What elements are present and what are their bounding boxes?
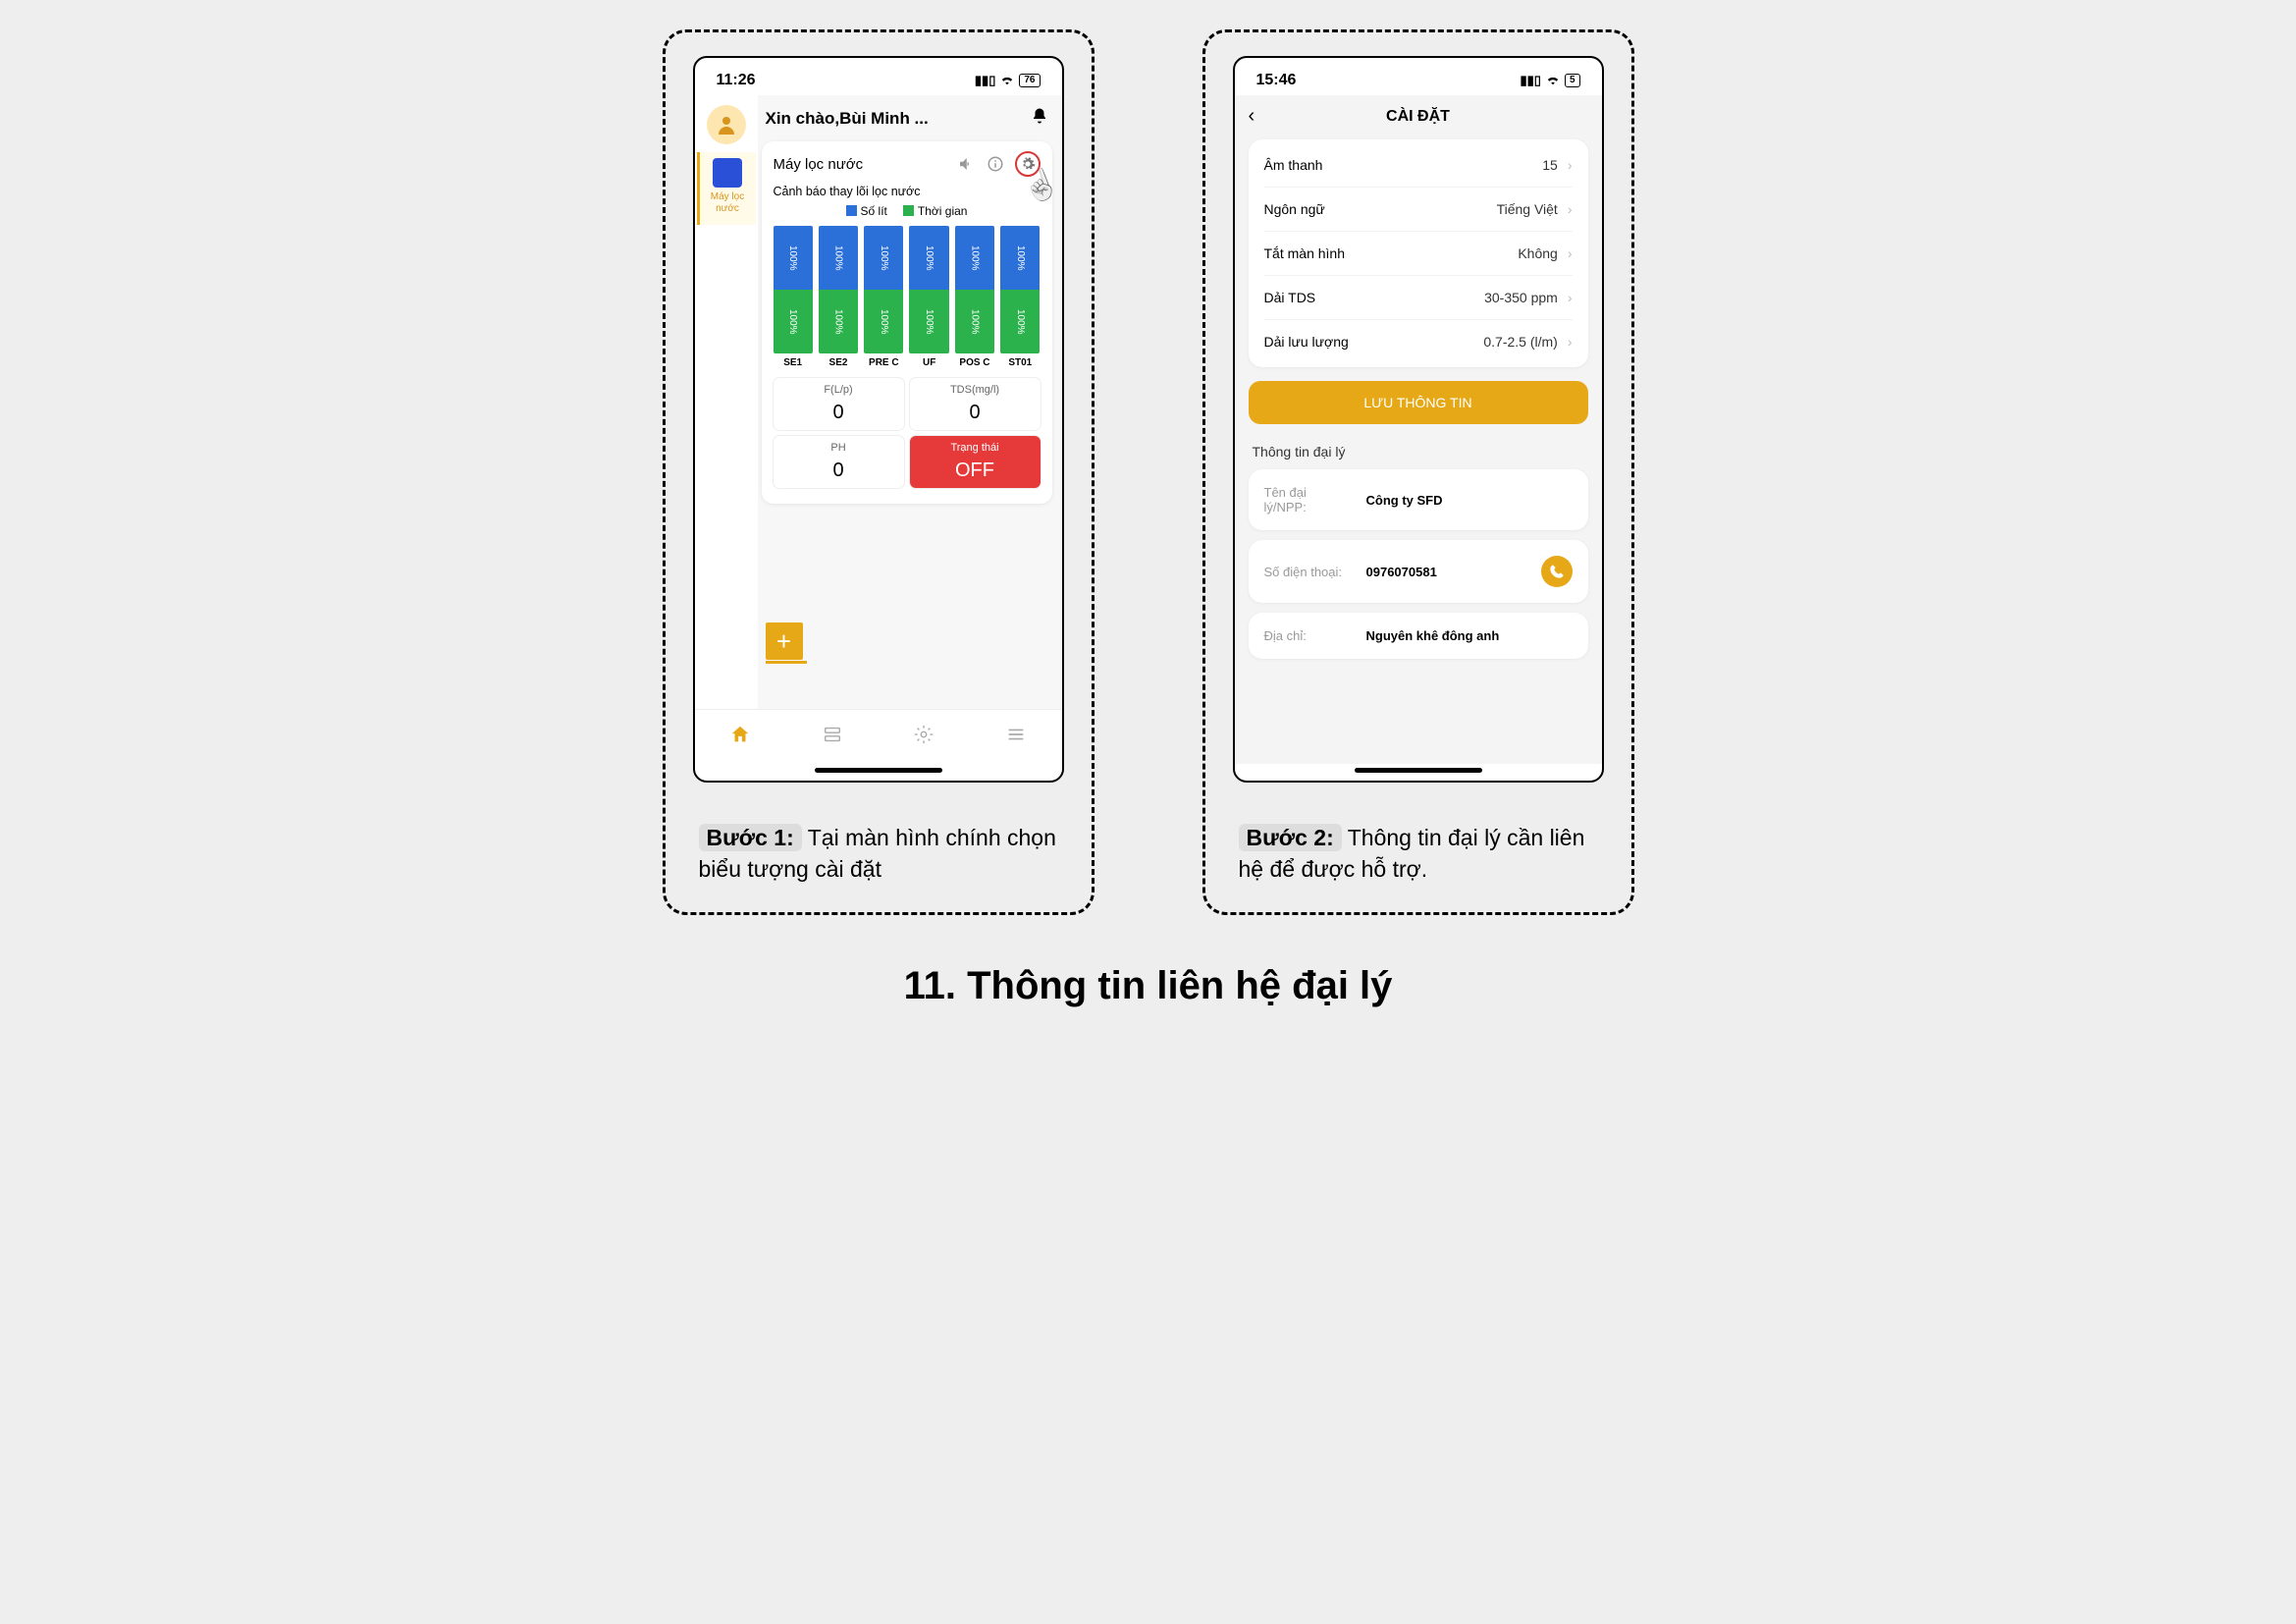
bar-value: 100% — [909, 226, 948, 290]
phone-call-icon[interactable] — [1541, 556, 1573, 587]
battery-icon: 5 — [1565, 74, 1580, 87]
wifi-icon — [1546, 74, 1560, 88]
phone-screen-1: 11:26 ▮▮▯ 76 Máy lọc nước — [693, 56, 1064, 783]
bell-icon[interactable] — [1031, 107, 1048, 130]
device-name: Máy lọc nước — [774, 156, 864, 173]
bar-value: 100% — [864, 290, 903, 353]
device-card: Máy lọc nước ☝ — [762, 141, 1052, 504]
signal-icon: ▮▮▯ — [975, 73, 995, 88]
chevron-right-icon: › — [1568, 157, 1573, 173]
step-1-caption: Bước 1: Tại màn hình chính chọn biểu tượ… — [693, 822, 1064, 885]
wifi-icon — [1000, 74, 1014, 88]
row-sound[interactable]: Âm thanh15› — [1264, 143, 1573, 188]
filter-bars: 100%100%SE1 100%100%SE2 100%100%PRE C 10… — [774, 226, 1041, 368]
bar-value: 100% — [774, 226, 813, 290]
status-bar: 11:26 ▮▮▯ 76 — [695, 68, 1062, 95]
battery-icon: 76 — [1019, 74, 1040, 87]
home-indicator — [815, 768, 942, 773]
sidebar-device-item[interactable]: Máy lọc nước — [697, 152, 756, 225]
device-icon — [713, 158, 742, 188]
nav-devices-icon[interactable] — [822, 724, 843, 751]
stat-tds: TDS(mg/l)0 — [910, 378, 1041, 430]
status-bar: 15:46 ▮▮▯ 5 — [1235, 68, 1602, 95]
settings-gear-button[interactable]: ☝ — [1015, 151, 1041, 177]
user-avatar[interactable] — [707, 105, 746, 144]
row-screen-off[interactable]: Tắt màn hìnhKhông› — [1264, 232, 1573, 276]
legend-time: Thời gian — [918, 204, 968, 218]
status-time: 15:46 — [1256, 72, 1297, 89]
chevron-right-icon: › — [1568, 245, 1573, 261]
stat-ph: PH0 — [774, 436, 904, 488]
chart-legend: Số lít Thời gian — [774, 204, 1041, 218]
row-language[interactable]: Ngôn ngữTiếng Việt› — [1264, 188, 1573, 232]
row-flow-range[interactable]: Dải lưu lượng0.7-2.5 (l/m)› — [1264, 320, 1573, 363]
bar-value: 100% — [1000, 290, 1040, 353]
speaker-icon[interactable] — [956, 154, 976, 174]
greeting-text: Xin chào,Bùi Minh ... — [766, 109, 1021, 129]
bar-value: 100% — [1000, 226, 1040, 290]
info-icon[interactable] — [986, 154, 1005, 174]
step-2-caption: Bước 2: Thông tin đại lý cần liên hệ để … — [1233, 822, 1604, 885]
bar-label: POS C — [955, 357, 994, 368]
sidebar-device-label: Máy lọc nước — [702, 191, 754, 215]
bar-label: ST01 — [1000, 357, 1040, 368]
step-2-container: 15:46 ▮▮▯ 5 ‹ CÀI ĐẶT Âm thanh15› Ngôn n… — [1202, 29, 1634, 915]
bar-label: SE2 — [819, 357, 858, 368]
legend-liters: Số lít — [861, 204, 887, 218]
bar-value: 100% — [819, 226, 858, 290]
save-button[interactable]: LƯU THÔNG TIN — [1249, 381, 1588, 424]
bottom-nav — [695, 709, 1062, 764]
filter-warning-text: Cảnh báo thay lõi lọc nước — [774, 185, 1041, 198]
stat-flow: F(L/p)0 — [774, 378, 904, 430]
device-sidebar: Máy lọc nước — [695, 95, 758, 709]
row-tds-range[interactable]: Dải TDS30-350 ppm› — [1264, 276, 1573, 320]
signal-icon: ▮▮▯ — [1520, 73, 1540, 88]
bar-value: 100% — [909, 290, 948, 353]
bar-label: SE1 — [774, 357, 813, 368]
dealer-section-title: Thông tin đại lý — [1249, 444, 1588, 469]
phone-screen-2: 15:46 ▮▮▯ 5 ‹ CÀI ĐẶT Âm thanh15› Ngôn n… — [1233, 56, 1604, 783]
nav-menu-icon[interactable] — [1005, 724, 1027, 751]
page-section-title: 11. Thông tin liên hệ đại lý — [20, 964, 2276, 1008]
settings-card: Âm thanh15› Ngôn ngữTiếng Việt› Tắt màn … — [1249, 139, 1588, 367]
dealer-phone-card[interactable]: Số điện thoại:0976070581 — [1249, 540, 1588, 603]
nav-settings-icon[interactable] — [913, 724, 934, 751]
add-device-button[interactable]: + — [766, 623, 803, 660]
bar-label: PRE C — [864, 357, 903, 368]
bar-value: 100% — [819, 290, 858, 353]
bar-value: 100% — [955, 290, 994, 353]
bar-value: 100% — [955, 226, 994, 290]
nav-home-icon[interactable] — [729, 724, 751, 751]
stat-status: Trạng tháiOFF — [910, 436, 1041, 488]
bar-label: UF — [909, 357, 948, 368]
bar-value: 100% — [774, 290, 813, 353]
status-time: 11:26 — [717, 72, 756, 89]
home-indicator — [1355, 768, 1482, 773]
chevron-right-icon: › — [1568, 201, 1573, 217]
step-1-container: 11:26 ▮▮▯ 76 Máy lọc nước — [663, 29, 1095, 915]
chevron-right-icon: › — [1568, 290, 1573, 305]
page-title: CÀI ĐẶT — [1249, 108, 1588, 126]
dealer-name-card: Tên đại lý/NPP:Công ty SFD — [1249, 469, 1588, 530]
dealer-address-card: Địa chỉ:Nguyên khê đông anh — [1249, 613, 1588, 659]
chevron-right-icon: › — [1568, 334, 1573, 350]
bar-value: 100% — [864, 226, 903, 290]
